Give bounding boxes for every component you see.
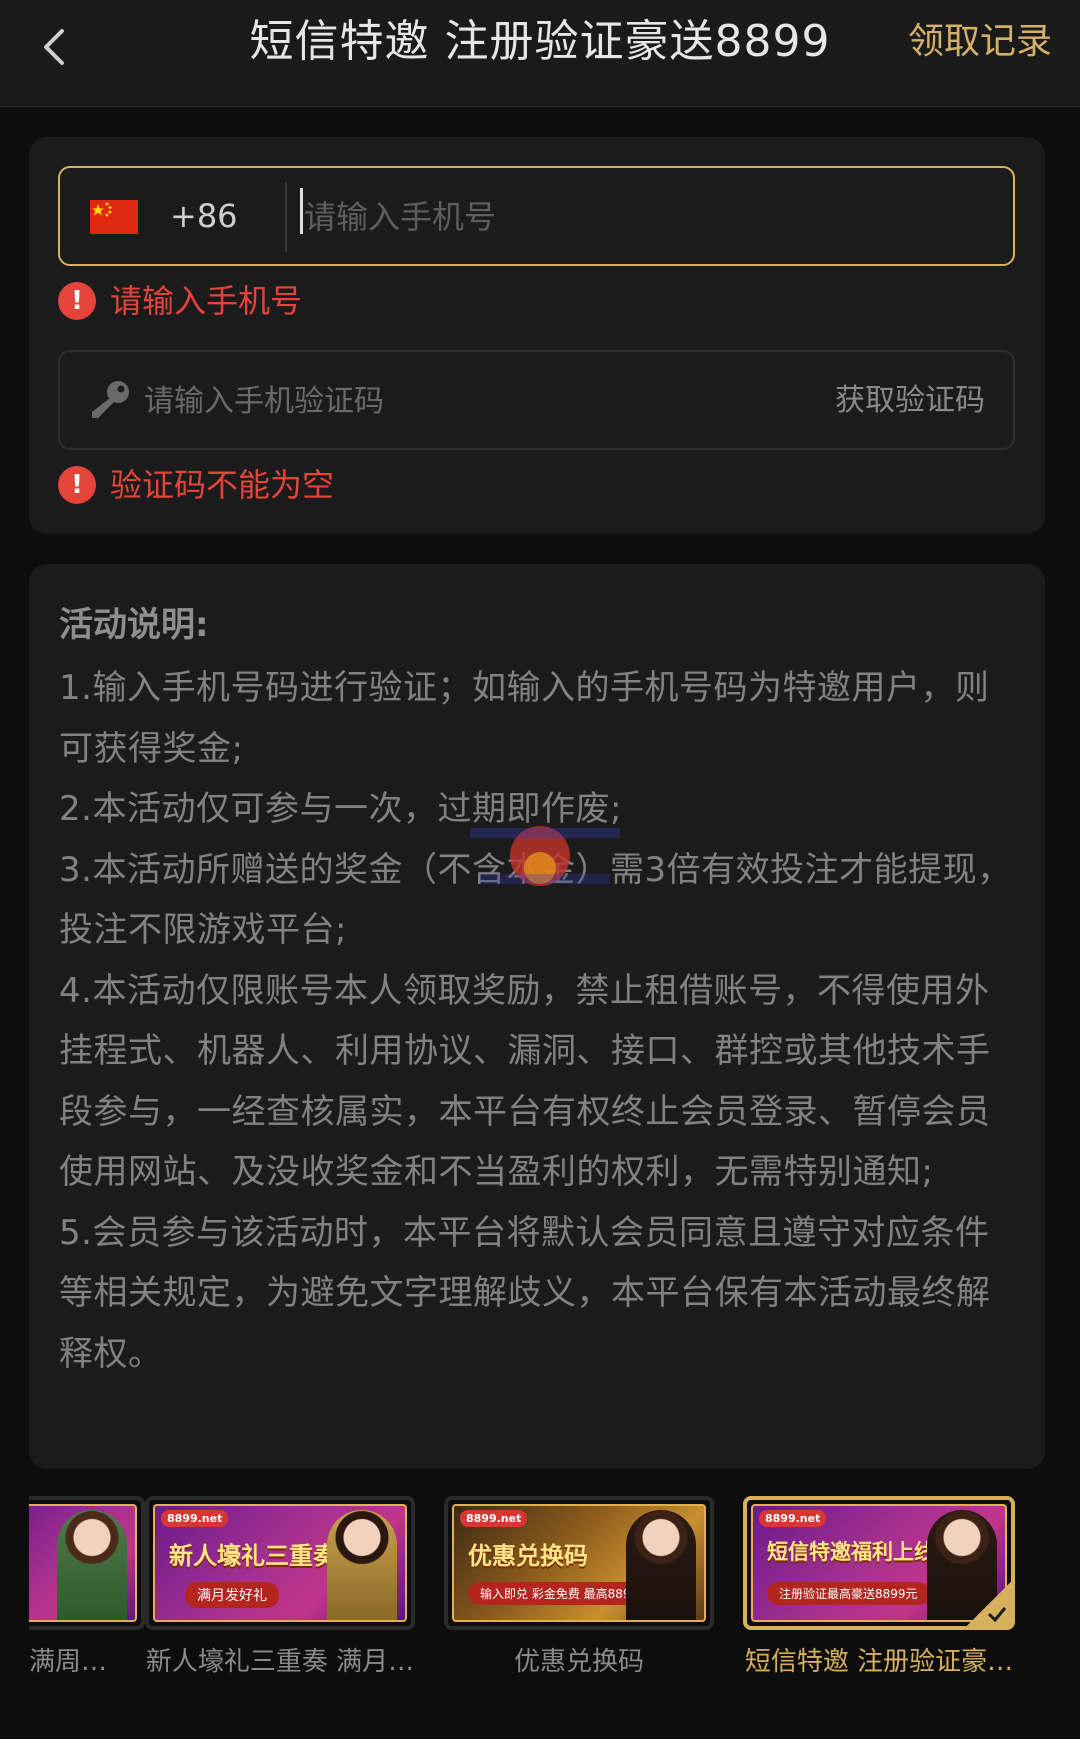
promo-banner-label[interactable]: 优惠兑换码 [444, 1644, 714, 1680]
promo-banner[interactable] [29, 1496, 145, 1630]
country-code[interactable]: +86 [170, 194, 238, 238]
description-item: 3.本活动所赠送的奖金（不含本金）需3倍有效投注才能提现，投注不限游戏平台; [59, 849, 1012, 951]
phone-field[interactable]: +86 [58, 166, 1015, 266]
banner-image: 8899.net 新人壕礼三重奏 满月发好礼 [153, 1504, 407, 1622]
page-title: 短信特邀 注册验证豪送8899 [249, 16, 831, 67]
description-item: 1.输入手机号码进行验证；如输入的手机号码为特邀用户，则可获得奖金; [59, 668, 990, 769]
phone-error: ! 请输入手机号 [58, 278, 302, 324]
code-field[interactable]: 获取验证码 [58, 350, 1015, 450]
error-icon: ! [58, 466, 96, 504]
banner-model [57, 1510, 127, 1620]
description-item: 4.本活动仅限账号本人领取奖励，禁止租借账号，不得使用外挂程式、机器人、利用协议… [59, 970, 991, 1193]
promo-banner[interactable]: 8899.net 新人壕礼三重奏 满月发好礼 [145, 1496, 415, 1630]
description-title: 活动说明: [59, 605, 209, 645]
text-caret [300, 188, 303, 234]
banner-headline: 新人壕礼三重奏 [169, 1542, 337, 1570]
banner-subline: 满月发好礼 [185, 1582, 279, 1608]
code-error: ! 验证码不能为空 [58, 462, 334, 508]
promo-banner-label[interactable]: 满周… [29, 1644, 119, 1680]
banner-image: 8899.net 优惠兑换码 输入即兑 彩金免费 最高8899元 [452, 1504, 706, 1622]
selected-check-icon [967, 1582, 1011, 1626]
banner-logo: 8899.net [161, 1510, 229, 1527]
error-icon: ! [58, 282, 96, 320]
promo-carousel: 满周… 8899.net 新人壕礼三重奏 满月发好礼 新人壕礼三重奏 满月… 8… [29, 1496, 1051, 1696]
china-flag-icon[interactable] [90, 200, 138, 234]
phone-error-text: 请输入手机号 [110, 282, 303, 320]
field-divider [285, 182, 287, 252]
phone-input[interactable] [300, 182, 990, 252]
promo-banner[interactable]: 8899.net 优惠兑换码 输入即兑 彩金免费 最高8899元 [444, 1496, 714, 1630]
banner-image [29, 1504, 137, 1622]
banner-logo: 8899.net [460, 1510, 528, 1527]
activity-description-card: 活动说明: 1.输入手机号码进行验证；如输入的手机号码为特邀用户，则可获得奖金;… [29, 564, 1045, 1469]
promo-banner-label[interactable]: 新人壕礼三重奏 满月… [145, 1644, 415, 1680]
banner-model [626, 1510, 696, 1620]
banner-headline: 优惠兑换码 [468, 1542, 588, 1570]
key-icon [92, 381, 129, 418]
banner-model [327, 1510, 397, 1620]
verification-code-input[interactable] [144, 366, 704, 436]
promo-banner-selected[interactable]: 8899.net 短信特邀福利上线 注册验证最高豪送8899元 [743, 1496, 1015, 1630]
banner-subline: 注册验证最高豪送8899元 [767, 1582, 930, 1605]
banner-headline: 短信特邀福利上线 [767, 1540, 935, 1564]
description-item: 5.会员参与该活动时，本平台将默认会员同意且遵守对应条件等相关规定，为避免文字理… [59, 1212, 991, 1374]
back-button[interactable] [30, 22, 80, 72]
claim-records-link[interactable]: 领取记录 [908, 18, 1052, 66]
banner-logo: 8899.net [759, 1510, 827, 1527]
chevron-left-icon [44, 29, 64, 65]
get-code-button[interactable]: 获取验证码 [835, 378, 985, 424]
verification-form-card: +86 ! 请输入手机号 获取验证码 ! 验证码不能为空 [29, 137, 1045, 534]
promo-banner-label[interactable]: 短信特邀 注册验证豪… [743, 1644, 1015, 1680]
code-error-text: 验证码不能为空 [110, 466, 335, 504]
top-bar: 短信特邀 注册验证豪送8899 领取记录 [0, 0, 1080, 107]
description-item: 2.本活动仅可参与一次，过期即作废; [59, 789, 622, 829]
